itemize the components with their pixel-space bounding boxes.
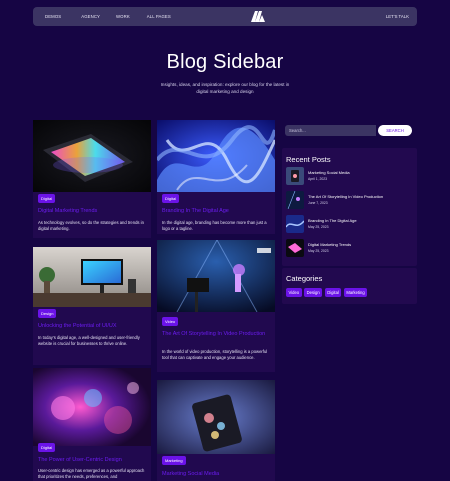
category-tag-design[interactable]: Design [304, 288, 323, 297]
recent-post-date: June 7, 2023 [308, 201, 328, 205]
recent-post-date: May 25, 2023 [308, 249, 329, 253]
recent-post-item[interactable]: Branding In The Digital Age May 25, 2023 [286, 215, 410, 233]
post-image [33, 120, 151, 192]
post-category-badge[interactable]: Digital [38, 443, 56, 452]
post-image [33, 368, 151, 446]
recent-post-date: May 25, 2023 [308, 225, 329, 229]
recent-post-item[interactable]: Digital Marketing Trends May 25, 2023 [286, 239, 410, 257]
recent-post-thumb [286, 191, 304, 209]
page-title: Blog Sidebar [166, 51, 284, 73]
post-card[interactable]: Digital Digital Marketing Trends As tech… [33, 120, 151, 238]
category-tag-video[interactable]: Video [286, 288, 302, 297]
search-input[interactable] [285, 125, 376, 136]
search-button[interactable]: SEARCH [378, 125, 412, 136]
recent-post-title[interactable]: Branding In The Digital Age [308, 218, 357, 223]
post-excerpt: In today's digital age, a well-designed … [38, 335, 140, 346]
post-excerpt: In the world of video production, storyt… [162, 349, 268, 360]
post-title[interactable]: The Art Of Storytelling In Video Product… [162, 331, 270, 338]
post-title[interactable]: The Power of User-Centric Design [38, 457, 146, 464]
recent-post-item[interactable]: Marketing Social Media April 1, 2023 [286, 167, 410, 185]
categories-panel: Categories Video Design Digital Marketin… [282, 268, 417, 304]
nav-link-work[interactable]: WORK [116, 14, 130, 19]
post-category-badge[interactable]: Digital [162, 194, 180, 203]
recent-post-thumb [286, 239, 304, 257]
nav-links: DEMOS AGENCY WORK ALL PAGES [45, 14, 191, 19]
post-image [157, 240, 275, 312]
post-image [157, 380, 275, 454]
post-card[interactable]: Digital The Power of User-Centric Design… [33, 368, 151, 481]
recent-post-thumb [286, 215, 304, 233]
categories-heading: Categories [286, 274, 323, 283]
recent-post-title[interactable]: The Art Of Storytelling In Video Product… [308, 194, 383, 199]
category-tag-digital[interactable]: Digital [324, 288, 342, 297]
category-tag-marketing[interactable]: Marketing [343, 288, 368, 297]
recent-posts-heading: Recent Posts [286, 155, 331, 164]
post-card[interactable]: Video The Art Of Storytelling In Video P… [157, 240, 275, 372]
nav-link-agency[interactable]: AGENCY [81, 14, 100, 19]
recent-posts-panel: Recent Posts Marketing Social Media Apri… [282, 148, 417, 266]
post-title[interactable]: Unlocking the Potential of UI/UX [38, 323, 146, 330]
recent-post-item[interactable]: The Art Of Storytelling In Video Product… [286, 191, 410, 209]
post-category-badge[interactable]: Marketing [162, 456, 186, 465]
recent-post-date: April 1, 2023 [308, 177, 328, 181]
nav-link-all-pages[interactable]: ALL PAGES [147, 14, 171, 19]
nav-link-demos[interactable]: DEMOS [45, 14, 61, 19]
recent-post-title[interactable]: Digital Marketing Trends [308, 242, 351, 247]
post-image [33, 247, 151, 307]
category-tags: Video Design Digital Marketing [286, 288, 368, 297]
post-excerpt: In the digital age, branding has become … [162, 220, 267, 231]
post-image [157, 120, 275, 192]
post-category-badge[interactable]: Video [162, 317, 179, 326]
post-excerpt: As technology evolves, so do the strateg… [38, 220, 144, 231]
top-navbar: DEMOS AGENCY WORK ALL PAGES LET'S TALK [33, 7, 417, 26]
page-subtitle: Insights, ideas, and inspiration: explor… [160, 82, 290, 94]
post-title[interactable]: Branding In The Digital Age [162, 208, 270, 215]
recent-post-thumb [286, 167, 304, 185]
post-card[interactable]: Marketing Marketing Social Media [157, 380, 275, 481]
m-logo-icon[interactable] [251, 11, 265, 22]
post-excerpt: User-centric design has emerged as a pow… [38, 468, 145, 479]
post-card[interactable]: Digital Branding In The Digital Age In t… [157, 120, 275, 234]
post-card[interactable]: Design Unlocking the Potential of UI/UX … [33, 247, 151, 365]
post-category-badge[interactable]: Design [38, 309, 57, 318]
post-title[interactable]: Marketing Social Media [162, 471, 270, 478]
post-title[interactable]: Digital Marketing Trends [38, 208, 146, 215]
recent-post-title[interactable]: Marketing Social Media [308, 170, 350, 175]
lets-talk-link[interactable]: LET'S TALK [386, 14, 409, 19]
post-category-badge[interactable]: Digital [38, 194, 56, 203]
